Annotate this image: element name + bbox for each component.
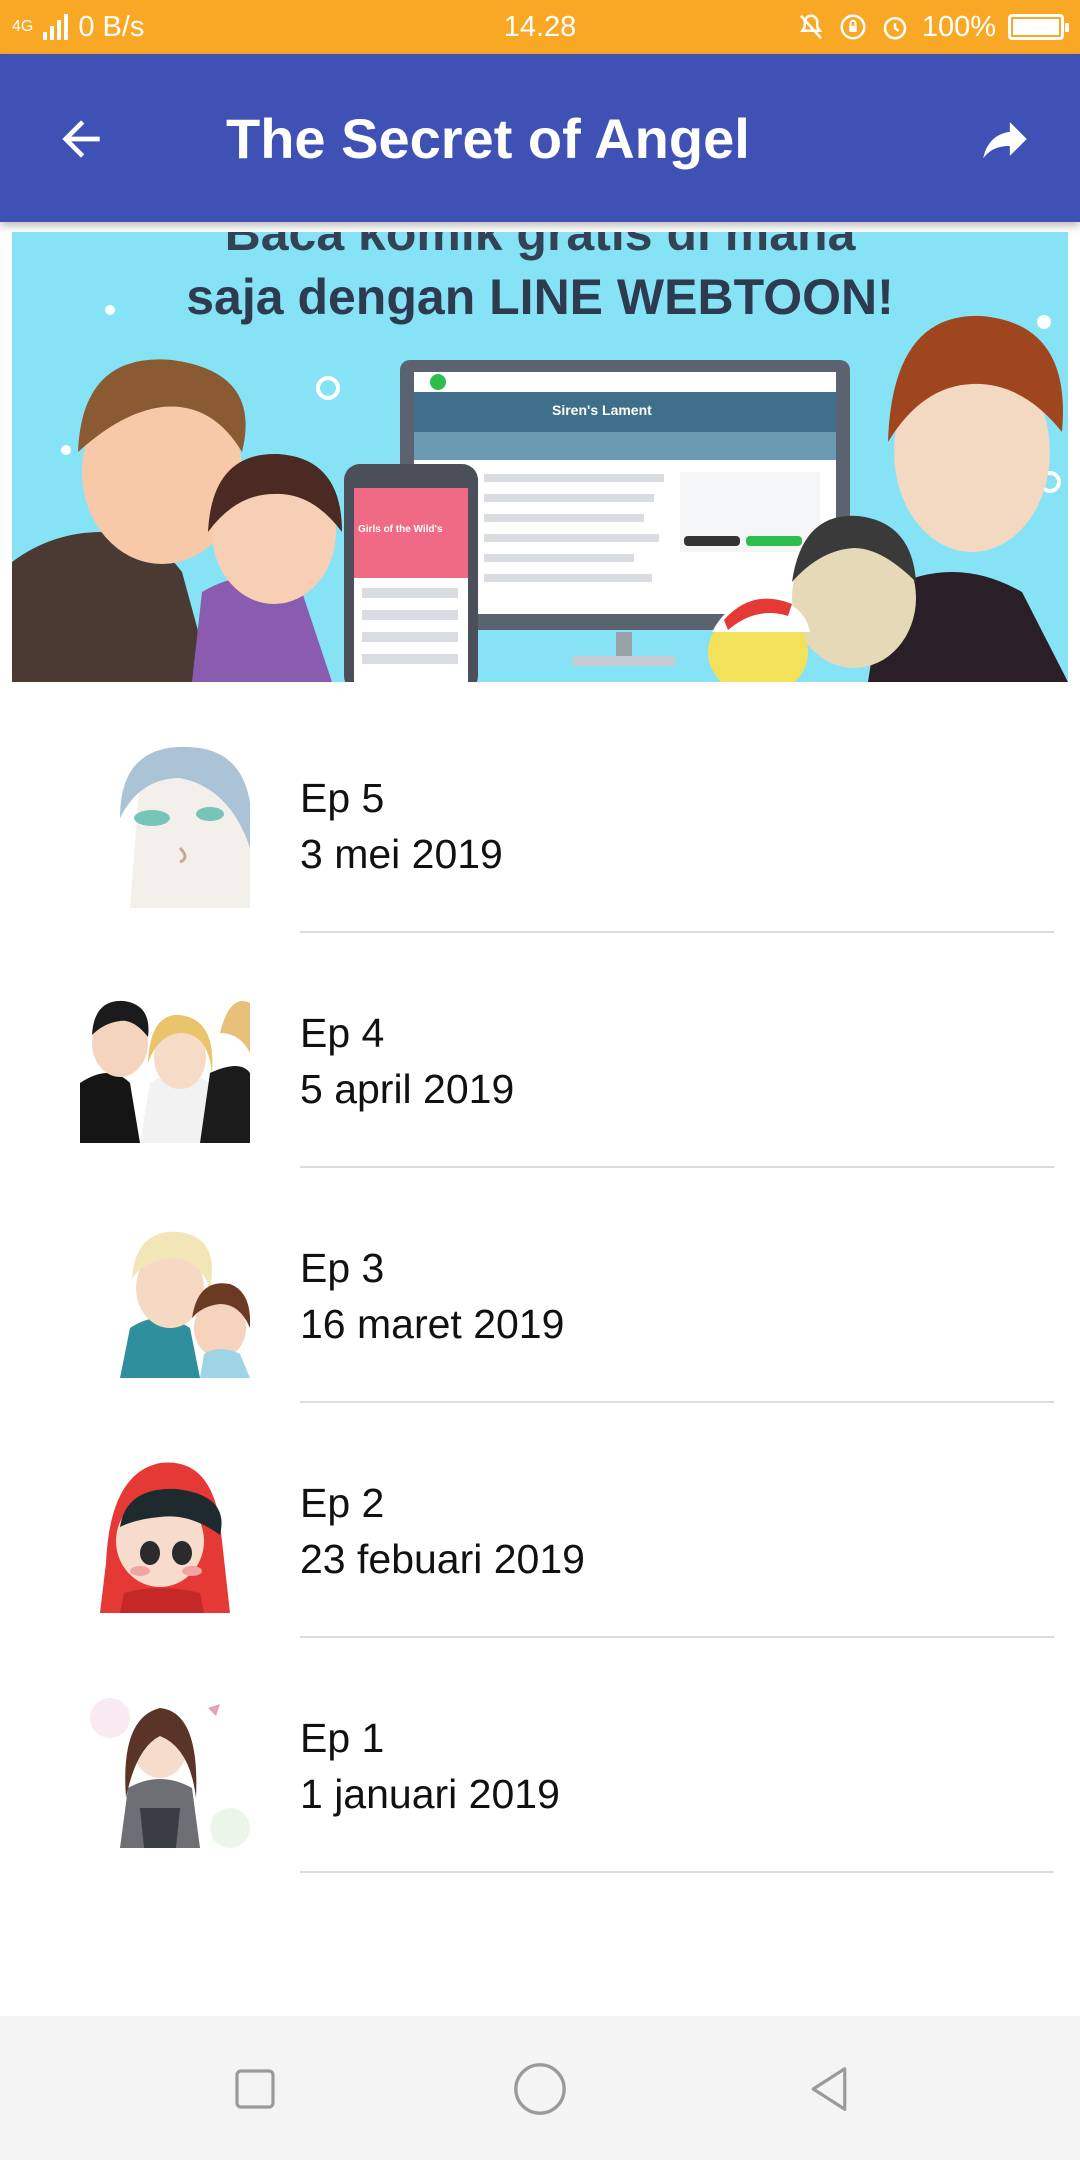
- episode-row-2[interactable]: Ep 2 23 febuari 2019: [0, 1403, 1080, 1638]
- episode-date: 16 maret 2019: [300, 1301, 565, 1347]
- home-icon: [514, 2063, 566, 2115]
- status-right: 100%: [796, 0, 1069, 54]
- home-button[interactable]: [503, 2052, 577, 2126]
- network-label: 4G: [12, 18, 34, 35]
- battery-icon: [1008, 14, 1069, 40]
- back-icon: [811, 2067, 847, 2111]
- share-icon: [983, 122, 1027, 159]
- episode-date: 1 januari 2019: [300, 1771, 560, 1817]
- mute-icon: [799, 14, 822, 40]
- episode-thumbnail: [80, 1208, 250, 1378]
- battery-percent: 100%: [921, 10, 996, 43]
- episode-thumbnail: [80, 1678, 250, 1848]
- episode-thumbnail: [80, 1443, 250, 1613]
- episode-title: Ep 5: [300, 775, 385, 821]
- system-back-button[interactable]: [792, 2052, 866, 2126]
- alarm-icon: [883, 17, 907, 40]
- page-title: The Secret of Angel: [226, 107, 750, 170]
- banner-headline-line2: saja dengan LINE WEBTOON!: [186, 269, 894, 325]
- back-button[interactable]: [46, 104, 116, 174]
- app-bar: The Secret of Angel: [0, 54, 1080, 222]
- episode-row-1[interactable]: Ep 1 1 januari 2019: [0, 1638, 1080, 1873]
- rotation-lock-icon: [840, 14, 866, 40]
- clock: 14.28: [503, 10, 577, 43]
- episode-thumbnail: [80, 973, 250, 1143]
- episode-title: Ep 3: [300, 1245, 385, 1291]
- banner-series-label: Siren's Lament: [552, 402, 652, 418]
- episode-row-5[interactable]: Ep 5 3 mei 2019: [0, 698, 1080, 933]
- share-button[interactable]: [970, 104, 1040, 174]
- episode-date: 3 mei 2019: [300, 831, 503, 877]
- episode-date: 23 febuari 2019: [300, 1536, 585, 1582]
- episode-row-4[interactable]: Ep 4 5 april 2019: [0, 933, 1080, 1168]
- network-speed: 0 B/s: [78, 10, 145, 43]
- system-nav-bar: [0, 2016, 1080, 2160]
- banner-phone-label: Girls of the Wild's: [358, 524, 443, 535]
- divider: [300, 1871, 1054, 1873]
- episode-title: Ep 2: [300, 1480, 385, 1526]
- recent-apps-icon: [235, 2069, 275, 2109]
- episode-row-3[interactable]: Ep 3 16 maret 2019: [0, 1168, 1080, 1403]
- arrow-back-icon: [62, 120, 100, 158]
- signal-icon: [43, 14, 69, 40]
- promo-banner[interactable]: Baca komik gratis di mana saja dengan LI…: [12, 232, 1068, 682]
- recent-apps-button[interactable]: [218, 2052, 292, 2126]
- episode-title: Ep 1: [300, 1715, 385, 1761]
- episode-title: Ep 4: [300, 1010, 385, 1056]
- status-left: 4G 0 B/s: [12, 0, 144, 54]
- status-bar: 4G 0 B/s 14.28 100%: [0, 0, 1080, 54]
- episode-thumbnail: [80, 738, 250, 908]
- banner-headline-line1: Baca komik gratis di mana: [224, 232, 856, 261]
- episode-date: 5 april 2019: [300, 1066, 515, 1112]
